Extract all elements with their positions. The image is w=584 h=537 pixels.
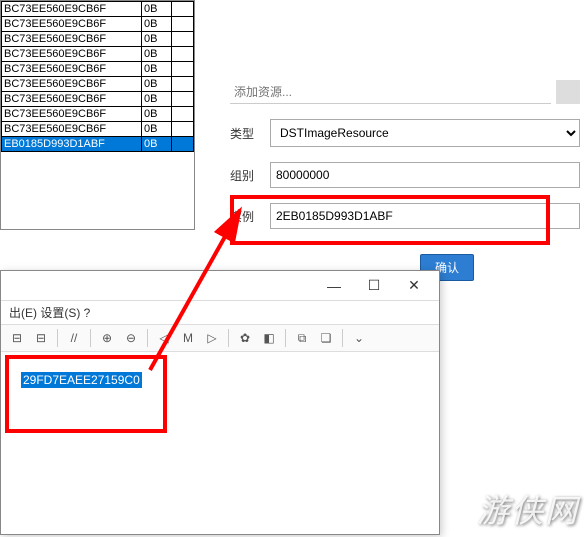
dropdown-icon[interactable]: ⌄ — [349, 328, 369, 348]
minimize-button[interactable]: — — [314, 278, 354, 294]
table-row[interactable]: BC73EE560E9CB6F0B — [2, 107, 194, 122]
hash-table: BC73EE560E9CB6F0BBC73EE560E9CB6F0BBC73EE… — [0, 0, 195, 230]
instance-input[interactable] — [270, 203, 580, 229]
maximize-button[interactable]: ☐ — [354, 277, 394, 294]
type-label: 类型 — [230, 125, 270, 142]
palette-icon[interactable]: ◧ — [259, 328, 279, 348]
watermark: 游侠网 — [477, 486, 579, 532]
titlebar: — ☐ ✕ — [1, 271, 439, 301]
bookmark-icon[interactable]: ✿ — [235, 328, 255, 348]
group-input[interactable] — [270, 162, 580, 188]
table-row[interactable]: BC73EE560E9CB6F0B — [2, 92, 194, 107]
add-resource-input[interactable] — [230, 81, 551, 104]
close-button[interactable]: ✕ — [394, 277, 434, 294]
collapse-right-icon[interactable]: ⊟ — [31, 328, 51, 348]
toolbar: ⊟ ⊟ // ⊕ ⊖ ◁ M ▷ ✿ ◧ ⧉ ❏ ⌄ — [1, 325, 439, 352]
collapse-left-icon[interactable]: ⊟ — [7, 328, 27, 348]
add-resource-button[interactable] — [556, 80, 580, 104]
nav-forward-icon[interactable]: ▷ — [202, 328, 222, 348]
resource-panel: 类型 DSTImageResource 组别 实例 确认 — [230, 80, 580, 281]
editor-window: — ☐ ✕ 出(E) 设置(S) ? ⊟ ⊟ // ⊕ ⊖ ◁ M ▷ ✿ ◧ … — [0, 270, 440, 535]
nav-back-icon[interactable]: ◁ — [154, 328, 174, 348]
menubar[interactable]: 出(E) 设置(S) ? — [1, 301, 439, 325]
zoom-out-icon[interactable]: ⊖ — [121, 328, 141, 348]
copy-icon[interactable]: ⧉ — [292, 328, 312, 348]
table-row[interactable]: BC73EE560E9CB6F0B — [2, 2, 194, 17]
table-row[interactable]: BC73EE560E9CB6F0B — [2, 62, 194, 77]
type-select[interactable]: DSTImageResource — [270, 119, 580, 147]
cascade-icon[interactable]: ❏ — [316, 328, 336, 348]
table-row[interactable]: EB0185D993D1ABF0B — [2, 137, 194, 152]
zoom-in-icon[interactable]: ⊕ — [97, 328, 117, 348]
comment-icon[interactable]: // — [64, 328, 84, 348]
selected-hash-text[interactable]: 29FD7EAEE27159C0 — [21, 372, 142, 388]
table-row[interactable]: BC73EE560E9CB6F0B — [2, 32, 194, 47]
table-row[interactable]: BC73EE560E9CB6F0B — [2, 47, 194, 62]
table-row[interactable]: BC73EE560E9CB6F0B — [2, 17, 194, 32]
table-row[interactable]: BC73EE560E9CB6F0B — [2, 122, 194, 137]
editor-content[interactable]: 29FD7EAEE27159C0 — [1, 352, 439, 408]
nav-mark-icon[interactable]: M — [178, 328, 198, 348]
instance-label: 实例 — [230, 208, 270, 225]
group-label: 组别 — [230, 167, 270, 184]
table-row[interactable]: BC73EE560E9CB6F0B — [2, 77, 194, 92]
